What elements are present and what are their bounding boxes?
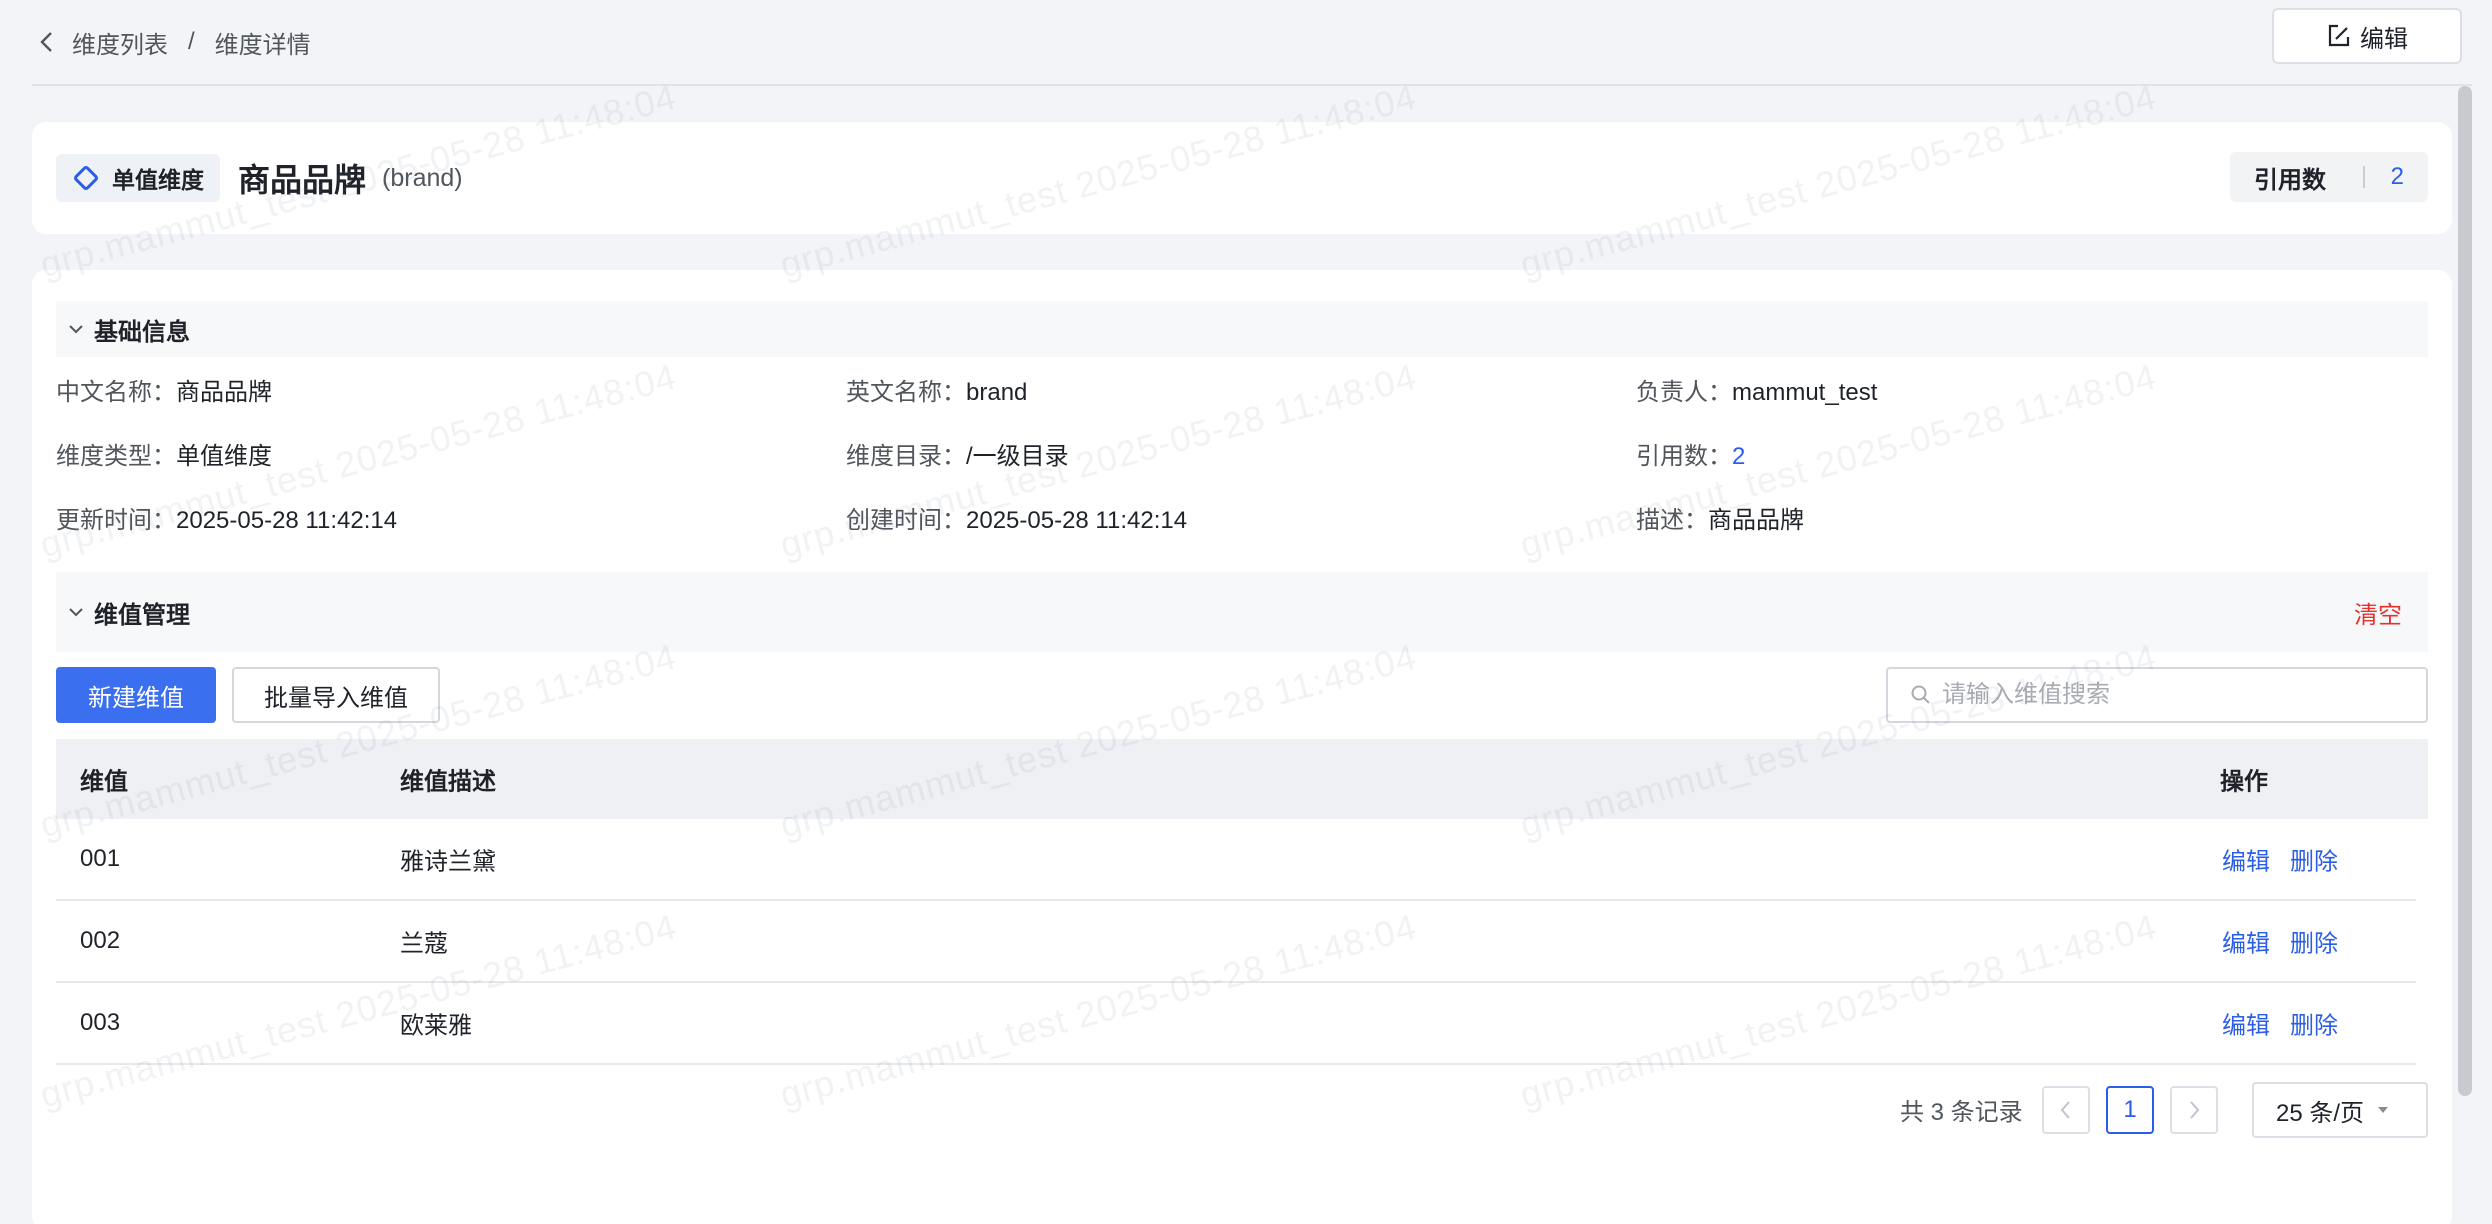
field-en-name: 英文名称：brand [846,372,1027,407]
cell-value: 003 [80,1009,121,1036]
diamond-icon [74,166,98,190]
field-updated: 更新时间：2025-05-28 11:42:14 [56,500,397,535]
field-value: 商品品牌 [176,379,272,406]
batch-import-button[interactable]: 批量导入维值 [232,667,440,723]
next-page-button[interactable] [2170,1086,2218,1134]
chevron-down-icon [64,317,88,341]
field-created: 创建时间：2025-05-28 11:42:14 [846,500,1187,535]
row-edit-link[interactable]: 编辑 [2222,842,2270,877]
ref-label: 引用数 [2254,166,2326,194]
field-value: 商品品牌 [1708,507,1804,534]
cell-desc: 兰蔻 [400,930,448,958]
section-title: 基础信息 [94,318,190,346]
divider [2362,166,2365,188]
row-delete-link[interactable]: 删除 [2290,924,2338,959]
field-owner: 负责人：mammut_test [1636,372,1877,407]
chevron-right-icon [2190,1101,2200,1119]
field-value: /一级目录 [966,443,1069,470]
caret-down-icon [2378,1107,2389,1113]
field-value: 2025-05-28 11:42:14 [176,507,398,534]
field-description: 描述：商品品牌 [1636,500,1804,535]
table-row: 003 欧莱雅 编辑 删除 [56,983,2416,1065]
dimension-header-card: 单值维度 商品品牌 (brand) 引用数 2 [32,122,2452,234]
cell-value: 001 [80,845,121,872]
detail-card: 基础信息 中文名称：商品品牌 英文名称：brand 负责人：mammut_tes… [32,270,2452,1224]
reference-count-box: 引用数 2 [2230,152,2428,202]
field-ref-count: 引用数：2 [1636,436,1745,471]
field-value: mammut_test [1732,379,1878,406]
cell-value: 002 [80,927,121,954]
table-header: 维值 维值描述 操作 [56,739,2428,819]
field-label: 更新时间： [56,507,176,534]
search-box[interactable] [1886,667,2428,723]
page-size-select[interactable]: 25 条/页 [2252,1082,2428,1138]
table-row: 002 兰蔻 编辑 删除 [56,901,2416,983]
page-number-button[interactable]: 1 [2106,1086,2154,1134]
top-bar: 维度列表 / 维度详情 编辑 [32,0,2472,86]
edit-button-label: 编辑 [2360,25,2408,53]
pagination-total: 共 3 条记录 [1900,1099,2023,1126]
vertical-scrollbar[interactable] [2458,86,2472,1096]
cell-desc: 雅诗兰黛 [400,848,496,876]
dimension-type-tag: 单值维度 [56,154,220,202]
row-edit-link[interactable]: 编辑 [2222,924,2270,959]
ref-count-link[interactable]: 2 [1732,443,1745,470]
field-label: 引用数： [1636,443,1732,470]
breadcrumb-separator: / [188,28,195,55]
cell-desc: 欧莱雅 [400,1012,472,1040]
field-label: 描述： [1636,507,1708,534]
chevron-left-icon [2060,1101,2070,1119]
breadcrumb-current: 维度详情 [214,31,311,59]
english-name: (brand) [382,163,463,192]
edit-button[interactable]: 编辑 [2272,8,2462,64]
section-value-management[interactable]: 维值管理 清空 [56,572,2428,652]
field-label: 维度目录： [846,443,966,470]
column-header-op: 操作 [2220,768,2268,796]
section-basic-info[interactable]: 基础信息 [56,301,2428,357]
field-label: 中文名称： [56,379,176,406]
field-catalog: 维度目录：/一级目录 [846,436,1069,471]
field-label: 英文名称： [846,379,966,406]
clear-button[interactable]: 清空 [2354,595,2402,630]
prev-page-button[interactable] [2042,1086,2090,1134]
search-icon [1911,685,1930,704]
ref-count[interactable]: 2 [2391,163,2404,191]
field-cn-name: 中文名称：商品品牌 [56,372,272,407]
field-label: 维度类型： [56,443,176,470]
field-value: 单值维度 [176,443,272,470]
page-title: 商品品牌 [238,162,367,198]
edit-icon [2328,24,2350,47]
row-edit-link[interactable]: 编辑 [2222,1006,2270,1041]
field-value: brand [966,379,1028,406]
field-dim-type: 维度类型：单值维度 [56,436,272,471]
column-header-desc: 维值描述 [400,768,496,796]
new-value-button[interactable]: 新建维值 [56,667,216,723]
chevron-down-icon [64,600,88,624]
section-title: 维值管理 [94,601,190,629]
search-input[interactable] [1942,681,2402,709]
back-icon[interactable] [32,27,62,57]
row-delete-link[interactable]: 删除 [2290,1006,2338,1041]
type-tag-label: 单值维度 [112,167,204,193]
field-value: 2025-05-28 11:42:14 [966,507,1188,534]
page-size-value: 25 条/页 [2276,1099,2365,1127]
column-header-value: 维值 [80,768,128,796]
table-row: 001 雅诗兰黛 编辑 删除 [56,819,2416,901]
field-label: 创建时间： [846,507,966,534]
field-label: 负责人： [1636,379,1732,406]
breadcrumb-parent[interactable]: 维度列表 [72,25,168,60]
row-delete-link[interactable]: 删除 [2290,842,2338,877]
